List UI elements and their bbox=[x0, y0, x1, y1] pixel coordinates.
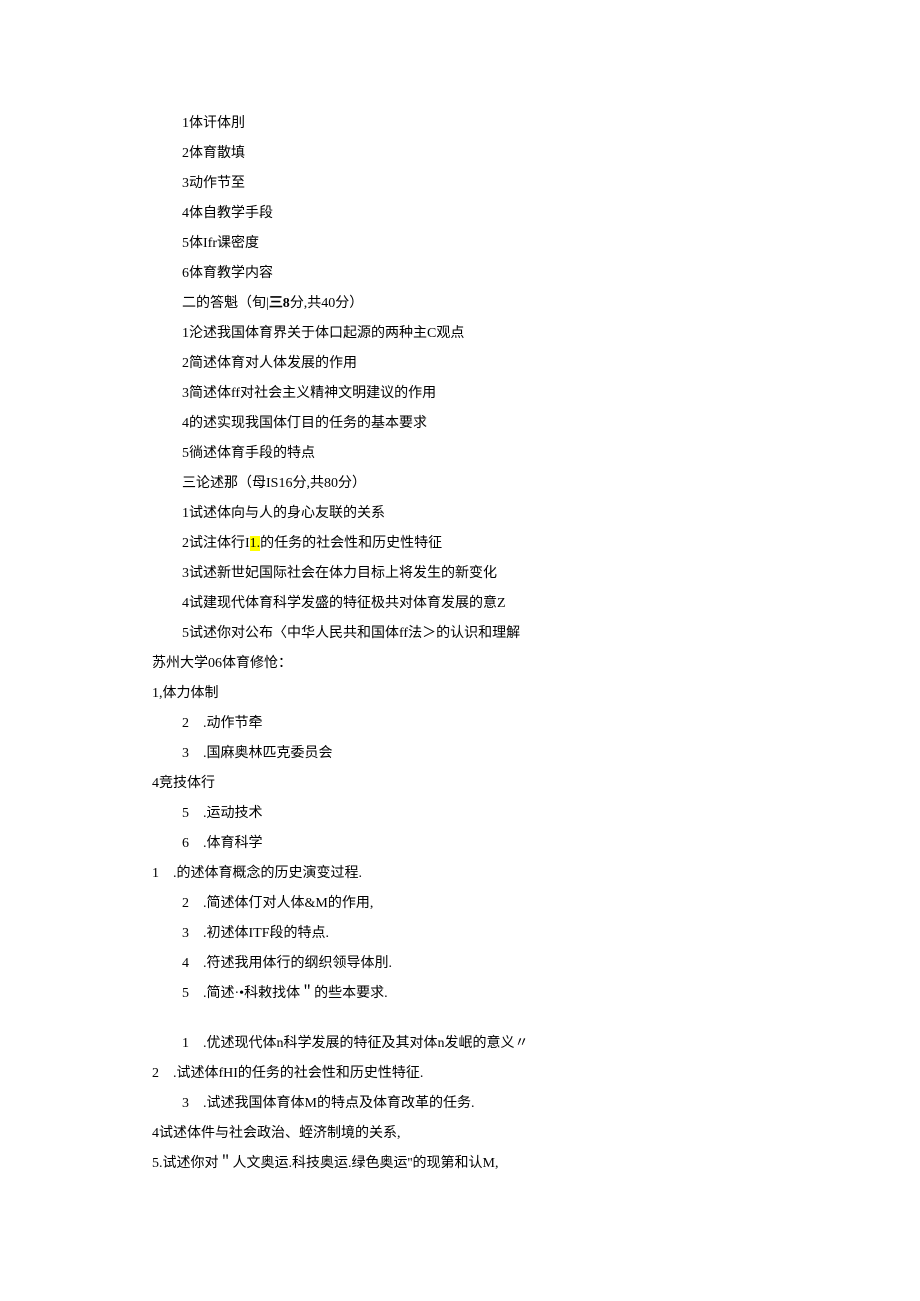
list-item: 6 .体育科学 bbox=[182, 830, 920, 858]
text: 的任务的社会性和历史性特征 bbox=[260, 536, 442, 551]
document-content: 1体讦体刖 2体育散填 3动作节至 4体自教学手段 5体Ifr课密度 6体育教学… bbox=[0, 110, 920, 1178]
list-item: 2 .简述体仃对人体&M的作用, bbox=[182, 890, 920, 918]
list-item: 6体育教学内容 bbox=[182, 260, 920, 288]
highlighted-text: 1. bbox=[250, 536, 261, 551]
section-header: 苏州大学06体育修怆： bbox=[152, 650, 920, 678]
list-item: 2 .试述体fHI的任务的社会性和历史性特征. bbox=[152, 1060, 920, 1088]
list-item: 5.试述你对＂人文奥运.科技奥运.绿色奥运''的现第和认M, bbox=[152, 1150, 920, 1178]
list-item: 5 .运动技术 bbox=[182, 800, 920, 828]
list-item: 1沦述我国体育界关于体口起源的两种主C观点 bbox=[182, 320, 920, 348]
header-text: 分,共40分） bbox=[290, 296, 364, 311]
list-item: 5试述你对公布〈中华人民共和国体ff法＞的认识和理解 bbox=[182, 620, 920, 648]
header-text: 二的答魁（旬| bbox=[182, 296, 269, 311]
list-item: 3 .试述我国体育体M的特点及体育改革的任务. bbox=[182, 1090, 920, 1118]
text: 2试注体行I bbox=[182, 536, 250, 551]
list-item: 1 .的述体育概念的历史演变过程. bbox=[152, 860, 920, 888]
list-item: 2 .动作节牵 bbox=[182, 710, 920, 738]
section-header: 三论述那（母IS16分,共80分） bbox=[182, 470, 920, 498]
list-item: 3简述体ff对社会主义精神文明建议的作用 bbox=[182, 380, 920, 408]
list-item: 4的述实现我国体仃目的任务的基本要求 bbox=[182, 410, 920, 438]
list-item: 5体Ifr课密度 bbox=[182, 230, 920, 258]
spacer bbox=[182, 1010, 920, 1030]
list-item: 4 .符述我用体行的纲织领导体刖. bbox=[182, 950, 920, 978]
list-item: 2体育散填 bbox=[182, 140, 920, 168]
list-item: 4试建现代体育科学发盛的特征极共对体育发展的意Z bbox=[182, 590, 920, 618]
list-item: 1 .优述现代体n科学发展的特征及其对体n发岷的意义〃 bbox=[182, 1030, 920, 1058]
list-item: 3 .国麻奥林匹克委员会 bbox=[182, 740, 920, 768]
list-item: 1试述体向与人的身心友联的关系 bbox=[182, 500, 920, 528]
list-item: 4体自教学手段 bbox=[182, 200, 920, 228]
section-header: 二的答魁（旬|三8分,共40分） bbox=[182, 290, 920, 318]
list-item: 1体讦体刖 bbox=[182, 110, 920, 138]
list-item: 2简述体育对人体发展的作用 bbox=[182, 350, 920, 378]
list-item: 4竞技体行 bbox=[152, 770, 920, 798]
list-item: 3 .初述体ITF段的特点. bbox=[182, 920, 920, 948]
list-item: 5徜述体育手段的特点 bbox=[182, 440, 920, 468]
list-item: 4试述体件与社会政治、蛭济制境的关系, bbox=[152, 1120, 920, 1148]
header-bold: 三8 bbox=[269, 296, 290, 311]
list-item: 3动作节至 bbox=[182, 170, 920, 198]
list-item: 3试述新世妃国际社会在体力目标上将发生的新变化 bbox=[182, 560, 920, 588]
list-item: 5 .简述·•科敕找体＂的些本要求. bbox=[182, 980, 920, 1008]
list-item: 2试注体行I1.的任务的社会性和历史性特征 bbox=[182, 530, 920, 558]
list-item: 1,体力体制 bbox=[152, 680, 920, 708]
